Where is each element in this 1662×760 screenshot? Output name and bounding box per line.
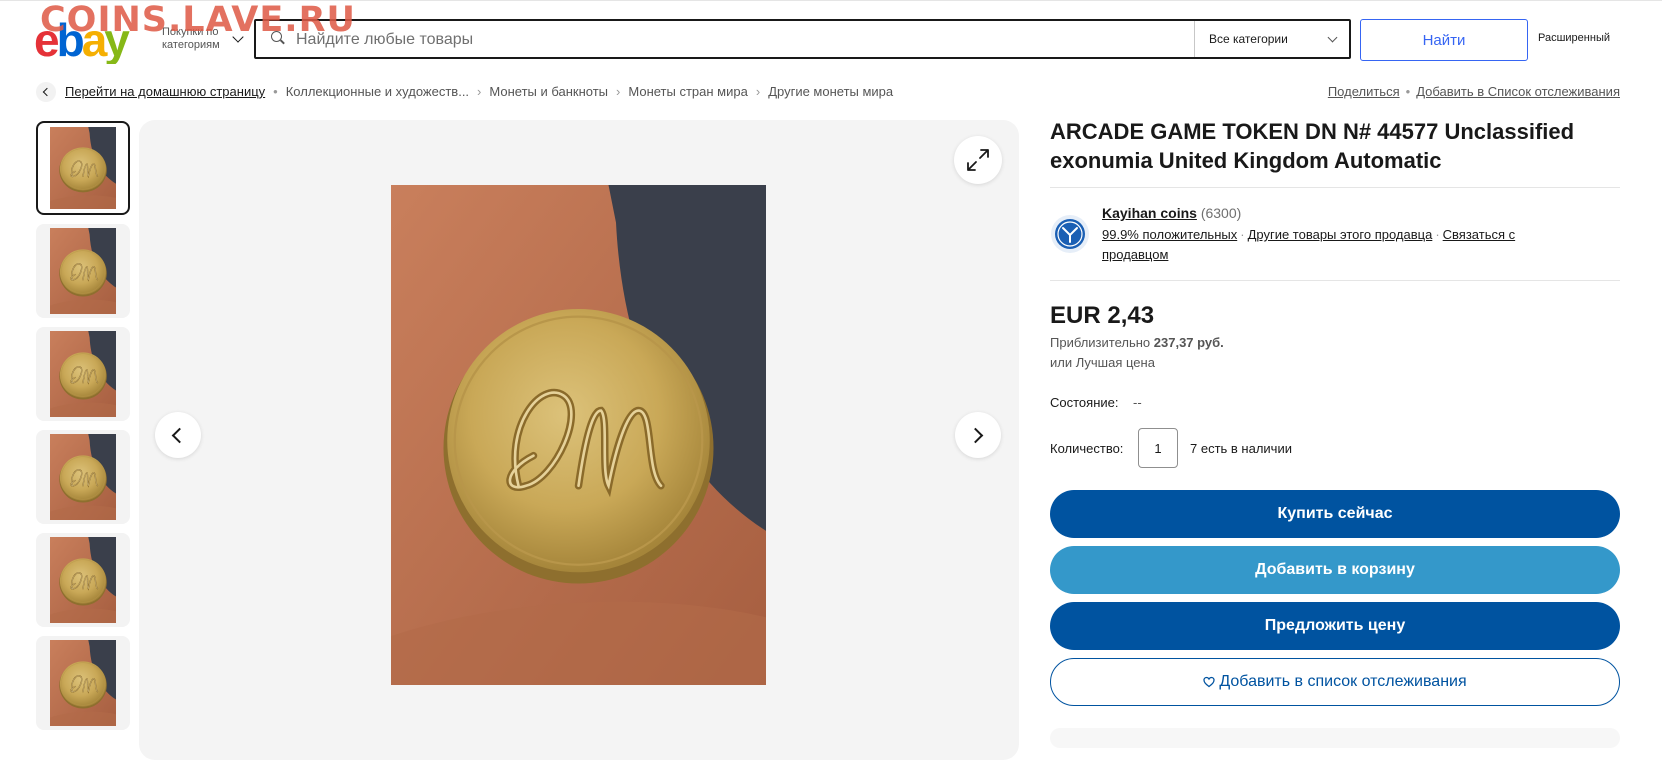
breadcrumb-separator: › <box>616 84 621 99</box>
breadcrumb-world-coins[interactable]: Монеты стран мира <box>628 84 747 99</box>
approx-price: Приблизительно 237,37 руб. <box>1050 335 1224 350</box>
main-product-image[interactable] <box>391 185 766 685</box>
breadcrumb: Перейти на домашнюю страницу • Коллекционн… <box>65 84 893 99</box>
approx-prefix: Приблизительно <box>1050 335 1151 350</box>
main-image-gallery <box>139 120 1019 760</box>
thumbnail-4[interactable] <box>36 430 130 524</box>
approx-value: 237,37 руб. <box>1153 335 1224 350</box>
category-select[interactable]: Все категории <box>1209 32 1288 46</box>
next-image-button[interactable] <box>955 412 1001 458</box>
thumbnail-1[interactable] <box>36 121 130 215</box>
add-to-cart-button[interactable]: Добавить в корзину <box>1050 546 1620 594</box>
buy-now-button[interactable]: Купить сейчас <box>1050 490 1620 538</box>
heart-icon <box>1203 676 1216 688</box>
thumbnail-image <box>50 434 116 520</box>
quantity-label: Количество: <box>1050 441 1124 456</box>
thumbnail-2[interactable] <box>36 224 130 318</box>
add-to-watchlist-link[interactable]: Добавить в Список отслеживания <box>1416 84 1620 99</box>
thumbnail-image <box>50 331 116 417</box>
breadcrumb-home[interactable]: Перейти на домашнюю страницу <box>65 84 265 99</box>
seller-avatar[interactable] <box>1050 214 1090 254</box>
thumbnail-3[interactable] <box>36 327 130 421</box>
add-to-watchlist-button[interactable]: Добавить в список отслеживания <box>1050 658 1620 706</box>
seller-links: 99.9% положительных · Другие товары этого … <box>1102 227 1516 262</box>
expand-icon <box>967 149 989 171</box>
thumbnail-image <box>50 640 116 726</box>
available-quantity: 7 есть в наличии <box>1190 441 1292 456</box>
breadcrumb-separator: › <box>755 84 761 99</box>
watermark: COINS.LAVE.RU <box>40 0 356 40</box>
breadcrumb-separator: › <box>477 84 482 99</box>
breadcrumb-collectibles[interactable]: Коллекционные и художеств... <box>286 84 469 99</box>
condition-value: -- <box>1133 395 1142 410</box>
thumbnail-image <box>50 127 116 209</box>
item-price: EUR 2,43 <box>1050 302 1155 329</box>
search-input[interactable] <box>296 26 1176 54</box>
advanced-search-link[interactable]: Расширенный <box>1538 32 1610 44</box>
divider <box>1050 187 1620 188</box>
breadcrumb-other-world-coins[interactable]: Другие монеты мира <box>768 84 893 99</box>
seller-other-items-link[interactable]: Другие товары этого продавца <box>1248 227 1433 242</box>
search-button[interactable]: Найти <box>1360 19 1528 61</box>
thumbnail-image <box>50 537 116 623</box>
breadcrumb-coins-banknotes[interactable]: Монеты и банкноты <box>489 84 608 99</box>
seller-name-row: Kayihan coins (6300) <box>1102 205 1241 221</box>
quantity-input[interactable] <box>1138 428 1178 468</box>
seller-name-link[interactable]: Kayihan coins <box>1102 205 1197 221</box>
seller-feedback-count: (6300) <box>1200 205 1242 221</box>
add-to-watchlist-label: Добавить в список отслеживания <box>1219 673 1467 690</box>
back-arrow-icon[interactable] <box>36 82 56 102</box>
breadcrumb-separator: • <box>273 84 278 99</box>
share-watch-row: Поделиться • Добавить в Список отслеживани… <box>1327 84 1620 99</box>
make-offer-button[interactable]: Предложить цену <box>1050 602 1620 650</box>
condition-label: Состояние: <box>1050 395 1119 410</box>
thumbnail-6[interactable] <box>36 636 130 730</box>
item-title: ARCADE GAME TOKEN DN N# 44577 Unclassifi… <box>1050 119 1575 173</box>
expand-image-button[interactable] <box>954 136 1002 184</box>
divider <box>1050 280 1620 281</box>
search-divider <box>1194 21 1195 57</box>
previous-image-button[interactable] <box>155 412 201 458</box>
thumbnail-image <box>50 228 116 314</box>
best-offer-label: или Лучшая цена <box>1050 355 1155 370</box>
shipping-info-card <box>1050 728 1620 748</box>
thumbnail-5[interactable] <box>36 533 130 627</box>
seller-positive-feedback-link[interactable]: 99.9% положительных <box>1102 227 1237 242</box>
share-link[interactable]: Поделиться <box>1328 84 1400 99</box>
